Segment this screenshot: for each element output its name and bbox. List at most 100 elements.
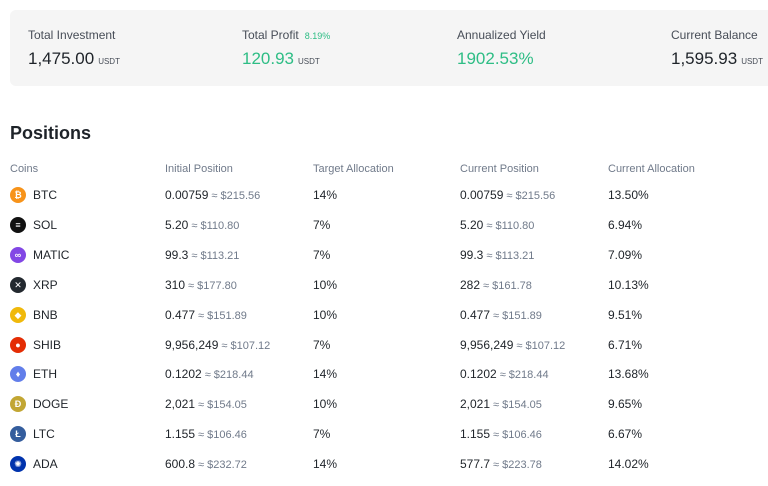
bnb-icon: ◆ — [10, 306, 26, 323]
polygon-icon: ∞ — [10, 246, 26, 263]
initial-quantity: 1.155 — [165, 427, 196, 442]
target-allocation: 7% — [313, 217, 331, 232]
table-row: ∞ MATIC 99.3 ≈ $113.21 7% 99.3 ≈ $113.21 7.09% — [0, 240, 768, 270]
table-row: ≡ SOL 5.20 ≈ $110.80 7% 5.20 ≈ $110.80 6.94% — [0, 210, 768, 240]
initial-usd-value: ≈ $215.56 — [211, 190, 261, 202]
current-allocation: 13.68% — [608, 367, 649, 382]
total-investment-label: Total Investment — [28, 28, 116, 42]
current-quantity: 577.7 — [460, 457, 491, 472]
solana-icon: ≡ — [10, 216, 26, 233]
initial-position: 600.8 ≈ $232.72 — [165, 449, 247, 479]
total-profit-value: 120.93 — [242, 49, 294, 68]
coin-name: XRP — [33, 277, 58, 292]
initial-quantity: 0.1202 — [165, 367, 202, 382]
coin-name: SOL — [33, 217, 58, 232]
initial-position: 9,956,249 ≈ $107.12 — [165, 330, 270, 360]
initial-quantity: 9,956,249 — [165, 337, 219, 352]
table-row: ♦ ETH 0.1202 ≈ $218.44 14% 0.1202 ≈ $218.44 13.… — [0, 359, 768, 389]
initial-quantity: 600.8 — [165, 457, 196, 472]
initial-usd-value: ≈ $154.05 — [198, 399, 247, 412]
table-row: ◆ BNB 0.477 ≈ $151.89 10% 0.477 ≈ $151.89 9.51% — [0, 300, 768, 330]
current-position: 0.477 ≈ $151.89 — [460, 300, 542, 330]
total-profit-unit: USDT — [298, 57, 320, 66]
current-balance-unit: USDT — [741, 57, 763, 66]
table-row: ● SHIB 9,956,249 ≈ $107.12 7% 9,956,249 ≈ $107… — [0, 330, 768, 360]
current-allocation: 9.65% — [608, 397, 643, 412]
shiba-inu-icon: ● — [10, 336, 26, 353]
initial-usd-value: ≈ $151.89 — [198, 309, 247, 322]
table-row: ✕ XRP 310 ≈ $177.80 10% 282 ≈ $161.78 10.13% — [0, 270, 768, 300]
current-allocation: 13.50% — [608, 188, 649, 202]
current-allocation: 10.13% — [608, 277, 649, 292]
current-usd-value: ≈ $113.21 — [486, 249, 535, 262]
total-investment-value: 1,475.00 — [28, 49, 95, 68]
initial-quantity: 2,021 — [165, 397, 196, 412]
initial-position: 0.477 ≈ $151.89 — [165, 300, 247, 330]
current-usd-value: ≈ $106.46 — [493, 429, 542, 442]
bitcoin-icon: ₿ — [10, 187, 26, 203]
current-quantity: 0.477 — [460, 307, 491, 322]
initial-quantity: 5.20 — [165, 217, 189, 232]
annualized-yield-stat: Annualized Yield 1902.53% — [457, 27, 546, 70]
current-position: 2,021 ≈ $154.05 — [460, 389, 542, 419]
target-allocation: 7% — [313, 427, 331, 442]
current-balance-stat: Current Balance 1,595.93 USDT — [671, 27, 763, 72]
initial-position: 0.00759 ≈ $215.56 — [165, 180, 260, 210]
initial-quantity: 0.00759 — [165, 188, 209, 202]
initial-usd-value: ≈ $110.80 — [191, 219, 240, 232]
total-profit-stat: Total Profit 8.19% 120.93 USDT — [242, 27, 330, 72]
initial-usd-value: ≈ $106.46 — [198, 429, 247, 442]
current-quantity: 0.00759 — [460, 188, 504, 202]
current-allocation: 6.67% — [608, 427, 643, 442]
header-current-position: Current Position — [460, 163, 539, 175]
current-usd-value: ≈ $218.44 — [499, 369, 549, 382]
annualized-yield-label: Annualized Yield — [457, 28, 546, 42]
current-usd-value: ≈ $161.78 — [483, 279, 532, 292]
coin-name: ETH — [33, 367, 57, 382]
target-allocation: 10% — [313, 277, 338, 292]
initial-usd-value: ≈ $113.21 — [191, 249, 240, 262]
header-current-allocation: Current Allocation — [608, 163, 695, 175]
current-usd-value: ≈ $215.56 — [506, 190, 556, 202]
ethereum-icon: ♦ — [10, 366, 26, 383]
cardano-icon: ✺ — [10, 456, 26, 473]
table-row: Ð DOGE 2,021 ≈ $154.05 10% 2,021 ≈ $154.05 9.65… — [0, 389, 768, 419]
table-row: Ł LTC 1.155 ≈ $106.46 7% 1.155 ≈ $106.46 6.67% — [0, 419, 768, 449]
current-usd-value: ≈ $223.78 — [493, 459, 542, 472]
total-profit-label: Total Profit — [242, 28, 299, 42]
coin-name: BTC — [33, 188, 57, 202]
current-position: 577.7 ≈ $223.78 — [460, 449, 542, 479]
initial-position: 2,021 ≈ $154.05 — [165, 389, 247, 419]
initial-quantity: 0.477 — [165, 307, 196, 322]
current-allocation: 6.71% — [608, 337, 643, 352]
dogecoin-icon: Ð — [10, 396, 26, 413]
current-position: 282 ≈ $161.78 — [460, 270, 532, 300]
table-row: ✺ ADA 600.8 ≈ $232.72 14% 577.7 ≈ $223.78 14.02… — [0, 449, 768, 479]
initial-usd-value: ≈ $232.72 — [198, 459, 247, 472]
xrp-icon: ✕ — [10, 276, 26, 293]
initial-position: 0.1202 ≈ $218.44 — [165, 359, 254, 389]
current-quantity: 99.3 — [460, 247, 484, 262]
header-target-allocation: Target Allocation — [313, 163, 394, 175]
current-quantity: 9,956,249 — [460, 337, 514, 352]
total-profit-percent: 8.19% — [304, 31, 331, 41]
header-initial-position: Initial Position — [165, 163, 233, 175]
target-allocation: 14% — [313, 457, 338, 472]
header-coins: Coins — [10, 163, 39, 175]
current-position: 1.155 ≈ $106.46 — [460, 419, 542, 449]
positions-title: Positions — [10, 123, 92, 143]
litecoin-icon: Ł — [10, 426, 26, 443]
initial-quantity: 310 — [165, 277, 186, 292]
current-quantity: 282 — [460, 277, 481, 292]
coin-name: BNB — [33, 307, 58, 322]
initial-position: 99.3 ≈ $113.21 — [165, 240, 239, 270]
coin-name: LTC — [33, 427, 55, 442]
summary-panel: Total Investment 1,475.00 USDT Total Prof… — [10, 10, 768, 86]
target-allocation: 7% — [313, 337, 331, 352]
current-allocation: 7.09% — [608, 247, 643, 262]
current-allocation: 9.51% — [608, 307, 643, 322]
initial-usd-value: ≈ $107.12 — [221, 339, 271, 352]
annualized-yield-value: 1902.53% — [457, 49, 534, 68]
current-usd-value: ≈ $110.80 — [486, 219, 535, 232]
initial-position: 310 ≈ $177.80 — [165, 270, 237, 300]
